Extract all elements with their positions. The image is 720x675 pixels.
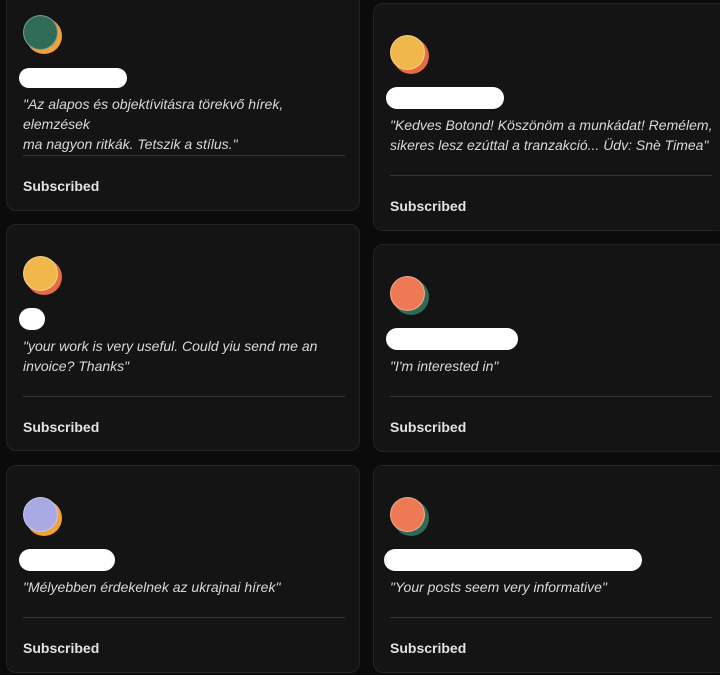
- testimonial-quote: "Kedves Botond! Köszönöm a munkádat! Rem…: [390, 117, 713, 153]
- card-divider: [390, 617, 712, 618]
- subscriber-avatar-icon: [390, 276, 429, 315]
- subscription-status: Subscribed: [390, 198, 467, 214]
- card-divider: [390, 396, 712, 397]
- subscriber-avatar-icon: [23, 497, 62, 536]
- testimonial-card: "Mélyebben érdekelnek az ukrajnai hírek"…: [6, 465, 360, 673]
- avatar-front-circle: [23, 256, 58, 291]
- avatar-front-circle: [390, 276, 425, 311]
- subscriber-avatar-icon: [23, 256, 62, 295]
- card-divider: [23, 617, 345, 618]
- subscription-status: Subscribed: [390, 419, 467, 435]
- avatar-front-circle: [390, 35, 425, 70]
- redacted-name: [19, 68, 127, 88]
- redacted-name: [19, 308, 45, 330]
- subscription-status: Subscribed: [23, 419, 100, 435]
- redacted-name: [19, 549, 115, 571]
- testimonial-card: "I'm interested in" Subscribed: [373, 244, 720, 452]
- subscription-status: Subscribed: [23, 640, 100, 656]
- avatar-front-circle: [390, 497, 425, 532]
- avatar-front-circle: [23, 497, 58, 532]
- redacted-name: [384, 549, 642, 571]
- testimonial-card: "your work is very useful. Could yiu sen…: [6, 224, 360, 451]
- testimonial-quote: "your work is very useful. Could yiu sen…: [23, 338, 318, 374]
- testimonial-quote: "I'm interested in": [390, 358, 499, 374]
- testimonial-card: "Your posts seem very informative" Subsc…: [373, 465, 720, 673]
- testimonial-card: "Az alapos és objektívitásra törekvő hír…: [6, 0, 360, 211]
- subscription-status: Subscribed: [390, 640, 467, 656]
- card-divider: [23, 155, 345, 156]
- subscriber-avatar-icon: [390, 35, 429, 74]
- testimonial-quote: "Az alapos és objektívitásra törekvő hír…: [23, 96, 284, 152]
- card-divider: [23, 396, 345, 397]
- redacted-name: [386, 328, 518, 350]
- testimonial-card: "Kedves Botond! Köszönöm a munkádat! Rem…: [373, 3, 720, 231]
- card-divider: [390, 175, 712, 176]
- subscriber-avatar-icon: [390, 497, 429, 536]
- avatar-front-circle: [23, 15, 58, 50]
- testimonial-quote: "Mélyebben érdekelnek az ukrajnai hírek": [23, 579, 281, 595]
- subscriber-avatar-icon: [23, 15, 62, 54]
- testimonial-quote: "Your posts seem very informative": [390, 579, 607, 595]
- redacted-name: [386, 87, 504, 109]
- subscription-status: Subscribed: [23, 178, 100, 194]
